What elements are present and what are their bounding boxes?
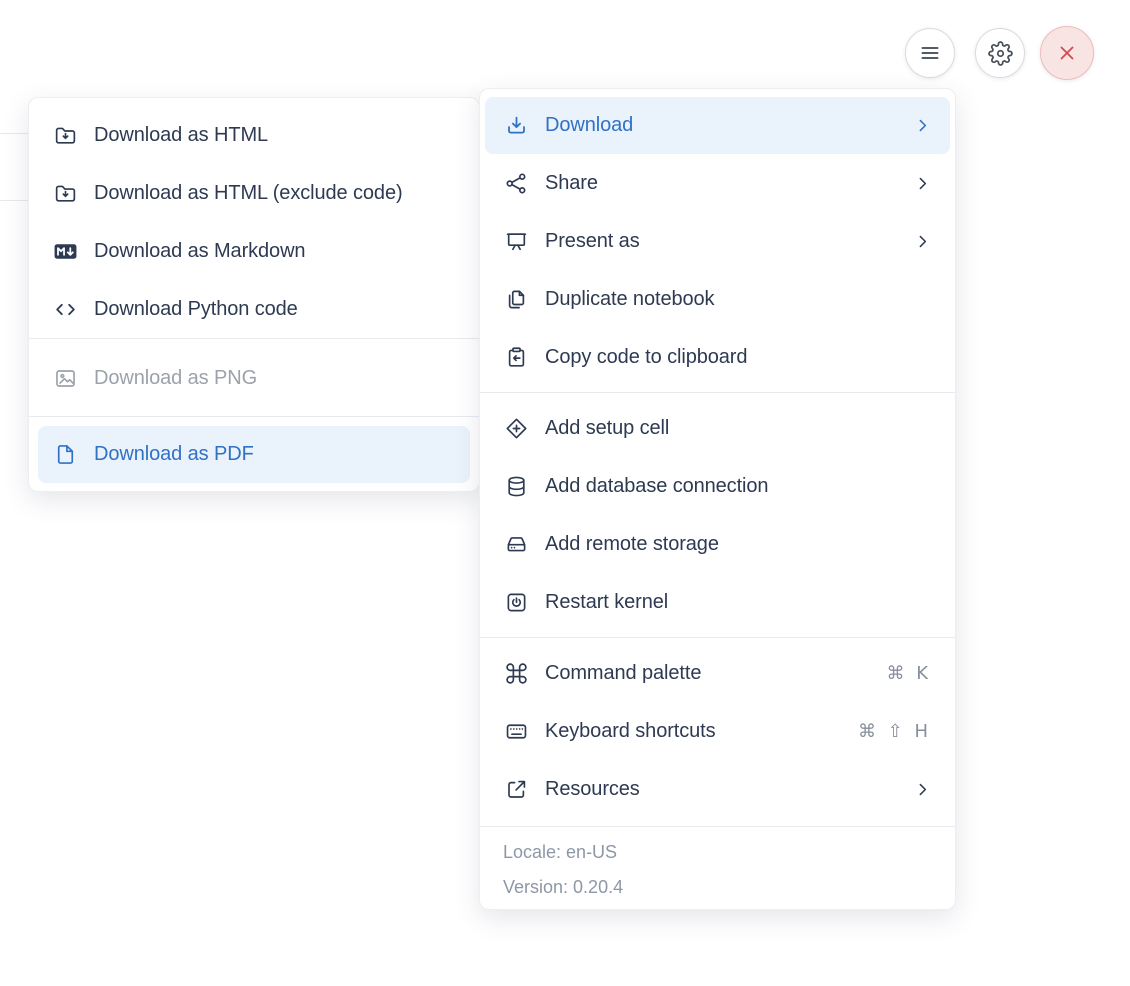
menu-item-present-as[interactable]: Present as xyxy=(480,212,955,270)
add-setup-cell-icon xyxy=(503,415,529,441)
menu-item-share[interactable]: Share xyxy=(480,154,955,212)
menu-item-label: Copy code to clipboard xyxy=(545,345,748,368)
menu-item-label: Add setup cell xyxy=(545,416,670,439)
external-link-icon xyxy=(503,776,529,802)
menu-item-resources[interactable]: Resources xyxy=(480,760,955,818)
menu-item-label: Keyboard shortcuts xyxy=(545,719,716,742)
database-icon xyxy=(503,473,529,499)
menu-item-add-remote-storage[interactable]: Add remote storage xyxy=(480,515,955,573)
app-window: Download as HTML Download as HTML (exclu… xyxy=(0,0,1130,986)
chevron-right-icon xyxy=(913,174,931,192)
menu-button[interactable] xyxy=(905,28,955,78)
menu-item-label: Add remote storage xyxy=(545,532,719,555)
menu-item-label: Present as xyxy=(545,229,640,252)
menu-item-command-palette[interactable]: Command palette ⌘ K xyxy=(480,644,955,702)
settings-button[interactable] xyxy=(975,28,1025,78)
background-edge-line xyxy=(0,133,28,134)
menu-item-label: Command palette xyxy=(545,661,702,684)
share-icon xyxy=(503,170,529,196)
image-icon xyxy=(52,365,78,391)
shortcut-hint: ⌘ K xyxy=(886,662,931,684)
menu-item-label: Restart kernel xyxy=(545,590,669,613)
close-icon xyxy=(1055,41,1079,65)
menu-item-download-as-html[interactable]: Download as HTML xyxy=(29,106,479,164)
code-icon xyxy=(52,296,78,322)
menu-item-label: Download as PNG xyxy=(94,366,258,389)
remote-storage-icon xyxy=(503,531,529,557)
markdown-icon xyxy=(52,238,78,264)
menu-item-label: Resources xyxy=(545,777,640,800)
menu-item-label: Duplicate notebook xyxy=(545,287,715,310)
locale-text: Locale: en-US xyxy=(503,842,618,862)
command-icon xyxy=(503,660,529,686)
chevron-right-icon xyxy=(913,780,931,798)
menu-item-label: Download as Markdown xyxy=(94,239,306,262)
present-icon xyxy=(503,228,529,254)
menu-item-label: Download as HTML (exclude code) xyxy=(94,181,403,204)
main-menu: Download Share Present as Duplicate note… xyxy=(479,88,956,910)
menu-item-download-python-code[interactable]: Download Python code xyxy=(29,280,479,338)
download-icon xyxy=(503,113,529,139)
chevron-right-icon xyxy=(913,232,931,250)
duplicate-icon xyxy=(503,286,529,312)
chevron-right-icon xyxy=(913,117,931,135)
menu-item-label: Download xyxy=(545,114,634,136)
folder-download-icon xyxy=(52,122,78,148)
shortcut-hint: ⌘ ⇧ H xyxy=(857,720,931,742)
menu-item-download[interactable]: Download xyxy=(485,97,950,154)
folder-download-icon xyxy=(52,180,78,206)
copy-clipboard-icon xyxy=(503,344,529,370)
menu-item-keyboard-shortcuts[interactable]: Keyboard shortcuts ⌘ ⇧ H xyxy=(480,702,955,760)
menu-item-label: Download as HTML xyxy=(94,123,269,146)
menu-item-download-as-html-exclude-code[interactable]: Download as HTML (exclude code) xyxy=(29,164,479,222)
restart-kernel-icon xyxy=(503,589,529,615)
menu-item-label: Download Python code xyxy=(94,297,298,320)
download-submenu: Download as HTML Download as HTML (exclu… xyxy=(28,97,480,492)
menu-item-download-as-pdf[interactable]: Download as PDF xyxy=(38,426,470,483)
menu-item-label: Add database connection xyxy=(545,474,769,497)
menu-item-download-as-markdown[interactable]: Download as Markdown xyxy=(29,222,479,280)
menu-item-add-setup-cell[interactable]: Add setup cell xyxy=(480,399,955,457)
menu-item-copy-code-to-clipboard[interactable]: Copy code to clipboard xyxy=(480,328,955,386)
menu-footer: Locale: en-US Version: 0.20.4 xyxy=(480,827,955,915)
hamburger-icon xyxy=(918,41,942,65)
file-pdf-icon xyxy=(52,442,78,468)
keyboard-icon xyxy=(503,718,529,744)
version-text: Version: 0.20.4 xyxy=(503,877,624,897)
menu-item-add-database-connection[interactable]: Add database connection xyxy=(480,457,955,515)
menu-item-download-as-png: Download as PNG xyxy=(29,349,479,407)
gear-icon xyxy=(987,40,1013,66)
menu-item-label: Download as PDF xyxy=(94,443,254,465)
menu-item-restart-kernel[interactable]: Restart kernel xyxy=(480,573,955,631)
background-edge-line xyxy=(0,200,28,201)
close-button[interactable] xyxy=(1040,26,1094,80)
menu-item-duplicate-notebook[interactable]: Duplicate notebook xyxy=(480,270,955,328)
menu-item-label: Share xyxy=(545,171,598,194)
